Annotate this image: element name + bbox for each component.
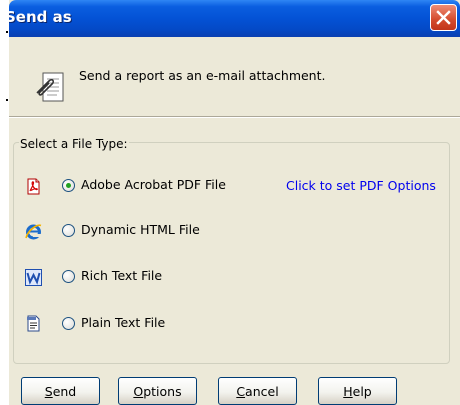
html-radio[interactable] xyxy=(62,224,75,237)
help-button-mnemonic: H xyxy=(343,383,353,399)
pdf-options-link[interactable]: Click to set PDF Options xyxy=(286,178,436,193)
close-icon xyxy=(436,10,451,25)
header-description: Send a report as an e-mail attachment. xyxy=(79,68,326,83)
options-button-mnemonic: O xyxy=(133,383,144,399)
email-attachment-icon xyxy=(36,72,64,102)
file-type-group xyxy=(13,142,450,364)
cancel-button-mnemonic: C xyxy=(236,383,246,399)
options-button-label: ptions xyxy=(143,383,182,399)
options-button[interactable]: Options xyxy=(118,377,197,405)
send-button-label: end xyxy=(52,383,77,399)
close-button[interactable] xyxy=(430,4,457,31)
html-option-label[interactable]: Dynamic HTML File xyxy=(81,222,200,237)
txt-radio[interactable] xyxy=(62,317,75,330)
edge-dot xyxy=(6,99,8,101)
header-separator-highlight xyxy=(9,117,460,118)
file-type-group-label: Select a File Type: xyxy=(19,137,129,151)
cancel-button-label: ancel xyxy=(245,383,279,399)
edge-dot xyxy=(6,31,8,33)
title-bar[interactable]: Send as xyxy=(9,0,460,37)
internet-explorer-icon xyxy=(25,224,42,240)
cancel-button[interactable]: Cancel xyxy=(218,377,297,405)
send-button-mnemonic: S xyxy=(44,383,53,399)
pdf-file-icon xyxy=(27,178,40,195)
notepad-icon xyxy=(27,315,40,332)
send-as-dialog: Send as Send a report as an e-mail attac… xyxy=(9,0,460,405)
pdf-radio[interactable] xyxy=(62,179,75,192)
word-document-icon xyxy=(25,269,42,286)
help-button[interactable]: Help xyxy=(318,377,397,405)
txt-option-label[interactable]: Plain Text File xyxy=(81,315,165,330)
send-button[interactable]: Send xyxy=(21,377,100,405)
help-button-label: elp xyxy=(352,383,372,399)
window-title: Send as xyxy=(9,8,72,26)
rtf-radio[interactable] xyxy=(62,270,75,283)
pdf-option-label[interactable]: Adobe Acrobat PDF File xyxy=(81,177,226,192)
rtf-option-label[interactable]: Rich Text File xyxy=(81,268,162,283)
